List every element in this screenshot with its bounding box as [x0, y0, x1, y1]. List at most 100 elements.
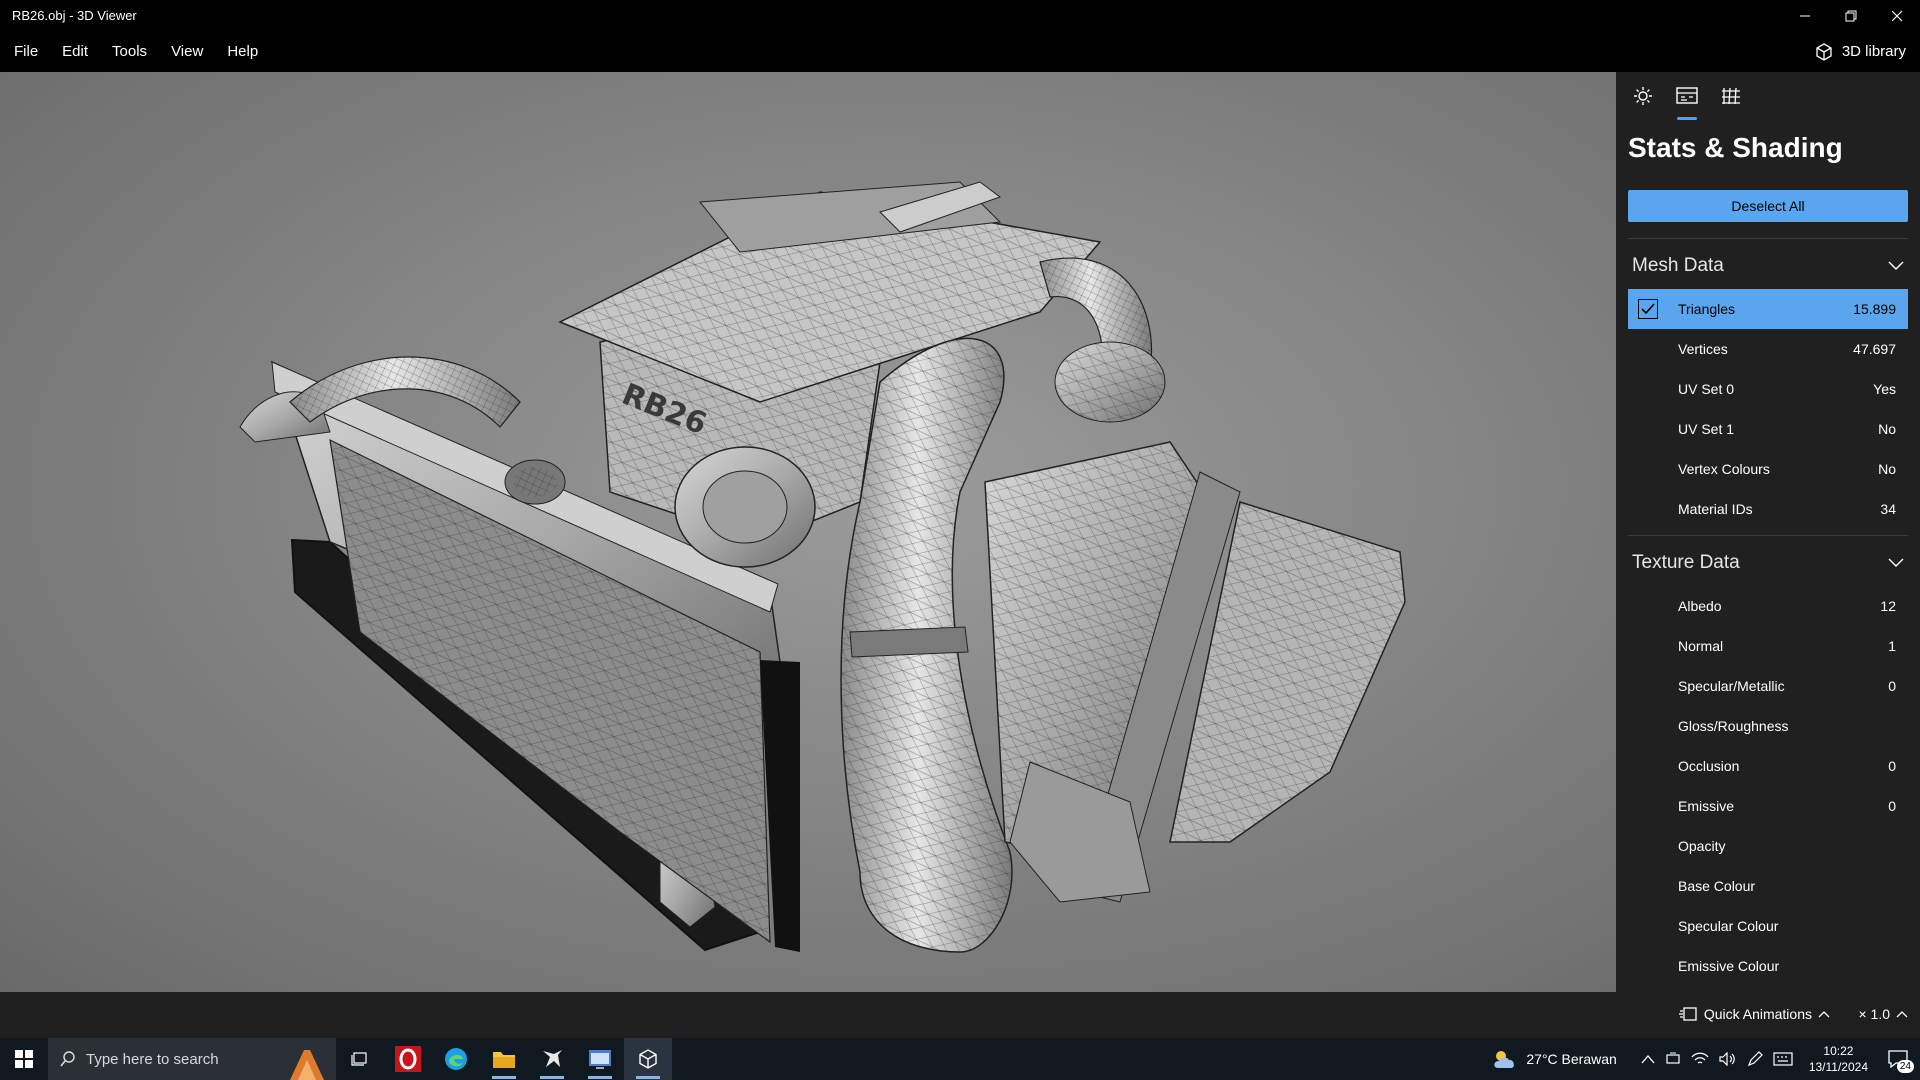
stat-row-base-colour[interactable]: Base Colour [1628, 866, 1908, 906]
taskbar-3d-viewer[interactable] [624, 1038, 672, 1080]
weather-text: 27°C Berawan [1526, 1051, 1617, 1067]
close-button[interactable] [1874, 0, 1920, 31]
stat-row-gloss-roughness[interactable]: Gloss/Roughness [1628, 706, 1908, 746]
tab-stats[interactable] [1672, 86, 1702, 120]
minimize-button[interactable] [1782, 0, 1828, 31]
stat-value: 47.697 [1853, 341, 1896, 357]
menu-file[interactable]: File [0, 31, 50, 72]
stat-row-opacity[interactable]: Opacity [1628, 826, 1908, 866]
stat-row-vertices[interactable]: Vertices 47.697 [1628, 329, 1908, 369]
wifi-icon[interactable] [1691, 1052, 1709, 1066]
task-view-button[interactable] [336, 1038, 384, 1080]
clock[interactable]: 10:22 13/11/2024 [1809, 1043, 1868, 1075]
search-placeholder: Type here to search [86, 1050, 219, 1068]
keyboard-icon[interactable] [1773, 1052, 1793, 1066]
stat-value: No [1878, 421, 1896, 437]
restore-button[interactable] [1828, 0, 1874, 31]
stats-panel: Stats & Shading Deselect All Mesh Data T… [1616, 72, 1920, 992]
animation-icon [1678, 1007, 1697, 1021]
minimize-icon [1800, 15, 1810, 16]
chevron-up-icon [1818, 1011, 1830, 1018]
stat-row-emissive[interactable]: Emissive 0 [1628, 786, 1908, 826]
chevron-up-icon[interactable] [1641, 1054, 1655, 1064]
stat-row-uv-set-1[interactable]: UV Set 1 No [1628, 409, 1908, 449]
device-icon[interactable] [1665, 1052, 1681, 1066]
stat-label: Emissive [1678, 798, 1735, 814]
stat-label: Albedo [1678, 598, 1722, 614]
stat-value: 0 [1888, 798, 1896, 814]
weather-widget[interactable]: 27°C Berawan [1492, 1048, 1617, 1070]
menu-tools[interactable]: Tools [100, 31, 159, 72]
texture-data-header[interactable]: Texture Data [1616, 540, 1920, 586]
stat-row-vertex-colours[interactable]: Vertex Colours No [1628, 449, 1908, 489]
chevron-down-icon [1888, 261, 1904, 270]
stat-row-occlusion[interactable]: Occlusion 0 [1628, 746, 1908, 786]
mesh-data-header[interactable]: Mesh Data [1616, 243, 1920, 289]
start-button[interactable] [0, 1038, 48, 1080]
stat-row-albedo[interactable]: Albedo 12 [1628, 586, 1908, 626]
stat-row-material-ids[interactable]: Material IDs 34 [1628, 489, 1908, 529]
stat-label: Vertex Colours [1678, 461, 1770, 477]
3d-library-label: 3D library [1841, 43, 1906, 60]
stat-row-specular-colour[interactable]: Specular Colour [1628, 906, 1908, 946]
checkbox-checked-icon[interactable] [1638, 299, 1658, 319]
volume-icon[interactable] [1719, 1052, 1737, 1066]
stat-label: Specular/Metallic [1678, 678, 1785, 694]
zoom-control[interactable]: × 1.0 [1858, 1006, 1908, 1022]
window-title: RB26.obj - 3D Viewer [12, 8, 137, 23]
panel-tabs [1616, 72, 1920, 120]
stat-value: 0 [1888, 678, 1896, 694]
menu-edit[interactable]: Edit [50, 31, 100, 72]
taskbar-opera[interactable] [384, 1038, 432, 1080]
stat-label: Gloss/Roughness [1678, 718, 1789, 734]
stat-row-specular-metallic[interactable]: Specular/Metallic 0 [1628, 666, 1908, 706]
stat-label: Base Colour [1678, 878, 1756, 894]
stat-label: Opacity [1678, 838, 1726, 854]
stat-value: Yes [1873, 381, 1896, 397]
tab-lighting[interactable] [1628, 86, 1658, 120]
stat-value: 34 [1880, 501, 1896, 517]
stat-row-emissive-colour[interactable]: Emissive Colour [1628, 946, 1908, 986]
menu-help[interactable]: Help [215, 31, 270, 72]
pen-icon[interactable] [1747, 1051, 1763, 1067]
mesh-data-title: Mesh Data [1632, 255, 1724, 276]
stat-row-triangles[interactable]: Triangles 15.899 [1628, 289, 1908, 329]
stat-label: UV Set 0 [1678, 381, 1735, 397]
stat-value: 1 [1888, 638, 1896, 654]
3d-viewer-icon [639, 1049, 657, 1069]
quick-animations-label: Quick Animations [1703, 1006, 1812, 1022]
chevron-down-icon [1888, 558, 1904, 567]
sun-icon [1634, 87, 1652, 105]
3d-viewport[interactable]: RB26 [0, 72, 1616, 992]
stat-label: Vertices [1678, 341, 1728, 357]
menu-view[interactable]: View [159, 31, 215, 72]
stat-label: Occlusion [1678, 758, 1740, 774]
notification-center-button[interactable]: 24 [1884, 1045, 1914, 1073]
deselect-all-button[interactable]: Deselect All [1628, 190, 1908, 222]
stat-row-uv-set-0[interactable]: UV Set 0 Yes [1628, 369, 1908, 409]
search-highlight-icon [290, 1050, 324, 1080]
system-tray: 27°C Berawan 10:22 13/11/2024 24 [1492, 1038, 1920, 1080]
taskbar-file-explorer[interactable] [480, 1038, 528, 1080]
cube-icon [1816, 42, 1832, 61]
taskbar-edge[interactable] [432, 1038, 480, 1080]
stat-label: Specular Colour [1678, 918, 1779, 934]
engine-model-render: RB26 [239, 181, 1406, 953]
title-bar: RB26.obj - 3D Viewer [0, 0, 1920, 31]
3d-library-button[interactable]: 3D library [1814, 42, 1906, 62]
stat-value: 12 [1880, 598, 1896, 614]
notification-count: 24 [1896, 1060, 1914, 1073]
opera-icon [395, 1046, 421, 1072]
tab-grid[interactable] [1716, 86, 1746, 120]
clock-date: 13/11/2024 [1808, 1060, 1868, 1074]
edge-icon [445, 1048, 467, 1070]
taskbar-app-dragon[interactable] [528, 1038, 576, 1080]
clock-time: 10:22 [1823, 1044, 1854, 1058]
taskbar-search[interactable]: Type here to search [48, 1038, 336, 1080]
dragon-app-icon [543, 1050, 562, 1067]
divider [1628, 238, 1908, 239]
taskbar-app-window[interactable] [576, 1038, 624, 1080]
stat-value: 15.899 [1853, 301, 1896, 317]
stat-row-normal[interactable]: Normal 1 [1628, 626, 1908, 666]
quick-animations-button[interactable]: Quick Animations [1678, 1006, 1830, 1022]
